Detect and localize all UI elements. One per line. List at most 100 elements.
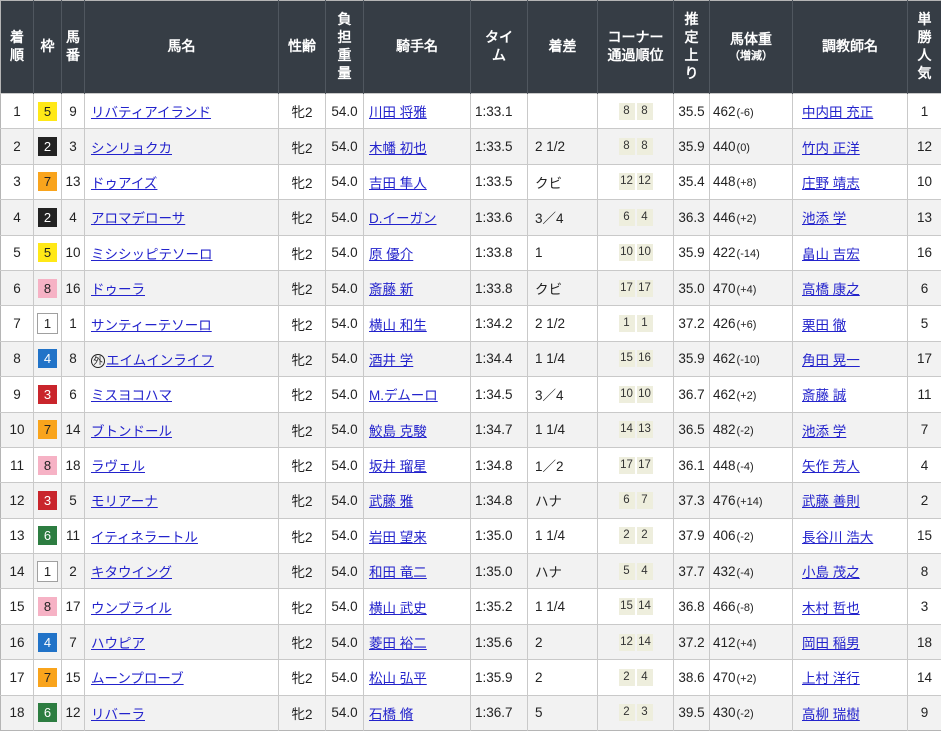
horse-name-link[interactable]: ドゥアイズ xyxy=(91,176,157,191)
horse-name-cell: ドゥアイズ xyxy=(85,164,279,199)
jockey-link[interactable]: 松山 弘平 xyxy=(369,671,427,686)
trainer-link[interactable]: 木村 哲也 xyxy=(802,601,860,616)
trainer-link[interactable]: 栗田 徹 xyxy=(802,318,846,333)
trainer-link[interactable]: 矢作 芳人 xyxy=(802,459,860,474)
win-favorite-rank: 16 xyxy=(908,235,941,270)
trainer-link[interactable]: 庄野 靖志 xyxy=(802,176,860,191)
trainer-link[interactable]: 池添 学 xyxy=(802,211,846,226)
weight-change: (+8) xyxy=(737,177,757,189)
carried-weight: 54.0 xyxy=(326,377,364,412)
jockey-link[interactable]: 斎藤 新 xyxy=(369,282,413,297)
estimated-last-3f: 38.6 xyxy=(674,660,710,695)
horse-name-link[interactable]: シンリョクカ xyxy=(91,141,172,156)
jockey-cell: 横山 和生 xyxy=(364,306,471,341)
bracket-number-badge: 3 xyxy=(38,385,57,404)
win-favorite-rank: 1 xyxy=(908,94,941,129)
trainer-link[interactable]: 竹内 正洋 xyxy=(802,141,860,156)
horse-name-cell: ブトンドール xyxy=(85,412,279,447)
horse-weight: 462(+2) xyxy=(710,377,793,412)
sex-age: 牝2 xyxy=(279,589,326,624)
bracket-number-badge: 5 xyxy=(38,243,57,262)
trainer-link[interactable]: 高橋 康之 xyxy=(802,282,860,297)
jockey-link[interactable]: 原 優介 xyxy=(369,247,413,262)
carried-weight: 54.0 xyxy=(326,341,364,376)
jockey-link[interactable]: 鮫島 克駿 xyxy=(369,424,427,439)
trainer-link[interactable]: 武藤 善則 xyxy=(802,494,860,509)
jockey-link[interactable]: 横山 武史 xyxy=(369,601,427,616)
trainer-link[interactable]: 角田 晃一 xyxy=(802,353,860,368)
bracket-number-badge: 2 xyxy=(38,208,57,227)
trainer-link[interactable]: 岡田 稲男 xyxy=(802,636,860,651)
jockey-link[interactable]: 和田 竜二 xyxy=(369,565,427,580)
trainer-link[interactable]: 中内田 充正 xyxy=(802,105,873,120)
horse-name-link[interactable]: ミシシッピテソーロ xyxy=(91,247,213,262)
horse-name-link[interactable]: サンティーテソーロ xyxy=(91,318,212,333)
finish-time: 1:36.7 xyxy=(471,695,528,730)
trainer-cell: 池添 学 xyxy=(793,200,908,235)
corner-position-box: 8 xyxy=(619,103,635,120)
horse-name-link[interactable]: エイムインライフ xyxy=(106,353,214,368)
trainer-link[interactable]: 長谷川 浩大 xyxy=(802,530,873,545)
jockey-link[interactable]: M.デムーロ xyxy=(369,388,438,403)
trainer-link[interactable]: 高柳 瑞樹 xyxy=(802,707,860,722)
column-header-corners: コーナー 通過順位 xyxy=(598,1,674,94)
jockey-link[interactable]: 木幡 初也 xyxy=(369,141,427,156)
horse-name-link[interactable]: ドゥーラ xyxy=(91,282,145,297)
horse-name-cell: ドゥーラ xyxy=(85,270,279,305)
weight-change: (+6) xyxy=(737,319,757,331)
horse-name-link[interactable]: イティネラートル xyxy=(91,530,198,545)
jockey-link[interactable]: 菱田 裕二 xyxy=(369,636,427,651)
jockey-link[interactable]: 坂井 瑠星 xyxy=(369,459,427,474)
carried-weight: 54.0 xyxy=(326,129,364,164)
jockey-link[interactable]: 横山 和生 xyxy=(369,318,427,333)
jockey-link[interactable]: 岩田 望来 xyxy=(369,530,427,545)
carried-weight: 54.0 xyxy=(326,412,364,447)
jockey-link[interactable]: 吉田 隼人 xyxy=(369,176,427,191)
horse-name-link[interactable]: リバーラ xyxy=(91,707,145,722)
horse-name-link[interactable]: ブトンドール xyxy=(91,424,172,439)
horse-name-link[interactable]: ラヴェル xyxy=(91,459,145,474)
horse-name-link[interactable]: モリアーナ xyxy=(91,494,158,509)
horse-name-link[interactable]: ムーンプローブ xyxy=(91,671,184,686)
trainer-link[interactable]: 斎藤 誠 xyxy=(802,388,846,403)
estimated-last-3f: 35.9 xyxy=(674,235,710,270)
corner-position-box: 6 xyxy=(619,209,635,226)
horse-number: 9 xyxy=(62,94,85,129)
horse-name-link[interactable]: ミスヨコハマ xyxy=(91,388,172,403)
win-favorite-rank: 13 xyxy=(908,200,941,235)
horse-name-link[interactable]: リバティアイランド xyxy=(91,105,211,120)
trainer-link[interactable]: 上村 洋行 xyxy=(802,671,860,686)
table-row: 10 7 14 ブトンドール 牝2 54.0 鮫島 克駿 1:34.7 1 1/… xyxy=(1,412,941,447)
horse-name-cell: リバーラ xyxy=(85,695,279,730)
horse-number: 4 xyxy=(62,200,85,235)
corner-position-box: 13 xyxy=(637,421,653,438)
table-row: 3 7 13 ドゥアイズ 牝2 54.0 吉田 隼人 1:33.5 クビ 121… xyxy=(1,164,941,199)
horse-name-link[interactable]: アロマデローサ xyxy=(91,211,185,226)
horse-name-link[interactable]: ハウピア xyxy=(91,636,145,651)
table-row: 7 1 1 サンティーテソーロ 牝2 54.0 横山 和生 1:34.2 2 1… xyxy=(1,306,941,341)
sex-age: 牝2 xyxy=(279,341,326,376)
corner-positions: 1010 xyxy=(598,377,674,412)
horse-name-link[interactable]: ウンブライル xyxy=(91,601,172,616)
table-row: 9 3 6 ミスヨコハマ 牝2 54.0 M.デムーロ 1:34.5 3／4 1… xyxy=(1,377,941,412)
jockey-link[interactable]: 川田 将雅 xyxy=(369,105,427,120)
jockey-link[interactable]: D.イーガン xyxy=(369,211,437,226)
jockey-link[interactable]: 石橋 脩 xyxy=(369,707,413,722)
corner-position-box: 4 xyxy=(637,209,653,226)
carried-weight: 54.0 xyxy=(326,554,364,589)
jockey-link[interactable]: 武藤 雅 xyxy=(369,494,413,509)
horse-number: 10 xyxy=(62,235,85,270)
table-row: 15 8 17 ウンブライル 牝2 54.0 横山 武史 1:35.2 1 1/… xyxy=(1,589,941,624)
sex-age: 牝2 xyxy=(279,447,326,482)
bracket-number-badge: 8 xyxy=(38,456,57,475)
table-row: 4 2 4 アロマデローサ 牝2 54.0 D.イーガン 1:33.6 3／4 … xyxy=(1,200,941,235)
trainer-link[interactable]: 小島 茂之 xyxy=(802,565,860,580)
trainer-link[interactable]: 畠山 吉宏 xyxy=(802,247,860,262)
sex-age: 牝2 xyxy=(279,518,326,553)
corner-position-box: 1 xyxy=(637,315,653,332)
corner-position-box: 8 xyxy=(619,138,635,155)
finish-position: 13 xyxy=(1,518,34,553)
jockey-link[interactable]: 酒井 学 xyxy=(369,353,413,368)
trainer-link[interactable]: 池添 学 xyxy=(802,424,846,439)
horse-name-link[interactable]: キタウイング xyxy=(91,565,172,580)
